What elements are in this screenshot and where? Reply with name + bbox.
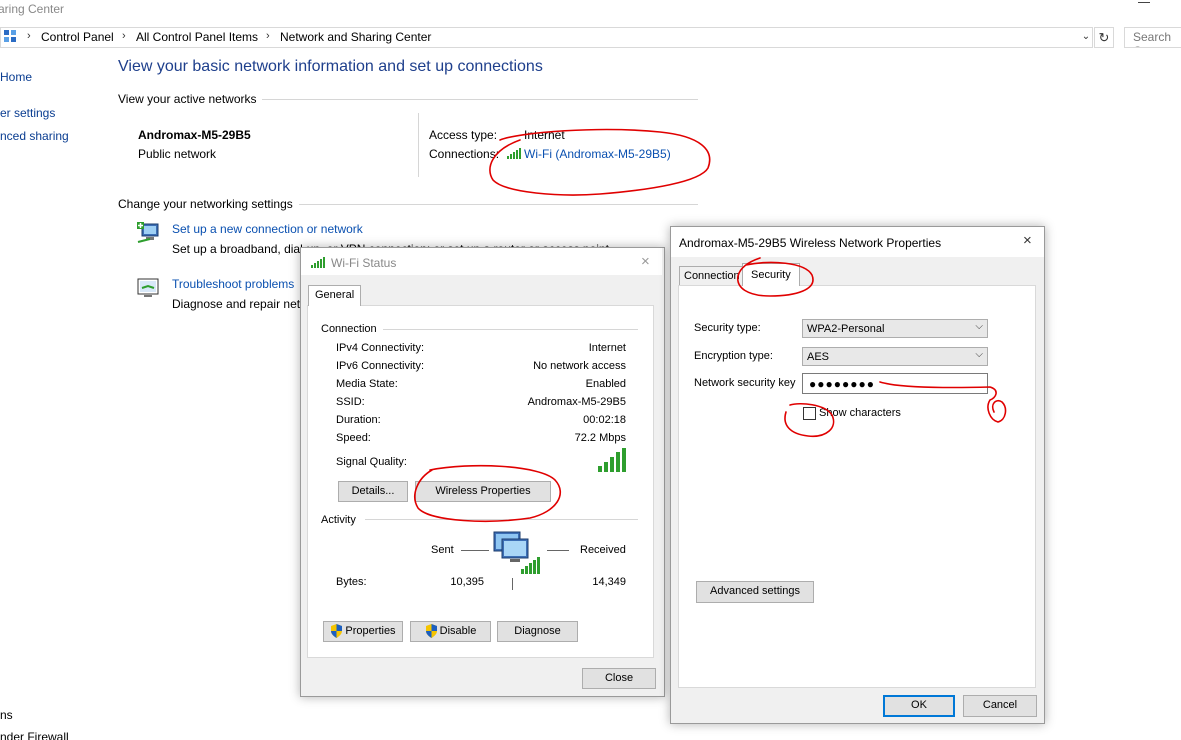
media-state-label: Media State: [336,378,398,390]
wifi-status-dialog: Wi-Fi Status × General Connection IPv4 C… [300,247,665,697]
breadcrumb-network-sharing-center[interactable]: Network and Sharing Center [280,30,431,44]
sent-label: Sent [431,544,454,556]
ipv4-label: IPv4 Connectivity: [336,342,425,354]
ipv4-value: Internet [588,342,626,354]
connection-section-label: Connection [321,323,377,335]
signal-quality-label: Signal Quality: [336,456,407,468]
wifi-signal-icon [311,257,325,268]
chevron-down-icon[interactable]: ⌄ [1080,29,1092,45]
bytes-sent-value: 10,395 [450,576,484,588]
security-type-select[interactable]: WPA2-Personal ⌵ [802,319,988,338]
section-divider [299,204,698,205]
uac-shield-icon [425,624,437,639]
bytes-received-value: 14,349 [592,576,626,588]
dialog-title: Andromax-M5-29B5 Wireless Network Proper… [679,236,942,250]
security-type-label: Security type: [694,322,761,334]
nav-windows-firewall[interactable]: nder Firewall [0,730,69,740]
tab-general[interactable]: General [308,285,362,306]
breadcrumb-all-items[interactable]: All Control Panel Items [136,30,258,44]
window-title: aring Center [0,2,65,16]
network-type: Public network [138,147,217,161]
wireless-properties-dialog: Andromax-M5-29B5 Wireless Network Proper… [670,226,1045,724]
nav-advanced-sharing-settings[interactable]: nced sharing [0,129,69,143]
close-icon[interactable]: × [641,253,650,270]
change-settings-header: Change your networking settings [118,197,293,211]
properties-button[interactable]: Properties [323,621,403,642]
bytes-label: Bytes: [336,576,367,588]
disable-button[interactable]: Disable [410,621,491,642]
bytes-divider [512,578,513,590]
speed-value: 72.2 Mbps [574,432,626,444]
cancel-button[interactable]: Cancel [963,695,1037,717]
show-characters-checkbox[interactable] [803,407,816,420]
show-characters-label: Show characters [819,407,901,419]
encryption-type-label: Encryption type: [694,350,773,362]
tab-connection[interactable]: Connection [679,266,745,285]
access-type-label: Access type: [429,128,498,142]
refresh-icon[interactable]: ↻ [1094,27,1114,48]
close-button[interactable]: Close [582,668,656,689]
section-divider [383,329,638,330]
tab-security[interactable]: Security [742,263,800,286]
connections-label: Connections: [429,147,500,161]
encryption-type-select[interactable]: AES ⌵ [802,347,988,366]
nav-see-also-item[interactable]: ns [0,708,13,722]
search-input[interactable]: Search Co [1124,27,1181,48]
close-icon[interactable]: × [1023,232,1032,249]
new-connection-icon [137,222,159,243]
control-panel-icon [4,30,16,42]
speed-label: Speed: [336,432,371,444]
media-state-value: Enabled [585,378,626,390]
properties-button-label: Properties [345,625,396,637]
network-key-input[interactable]: ●●●●●●●● [802,373,988,394]
signal-quality-icon [598,448,626,472]
breadcrumb-control-panel[interactable]: Control Panel [41,30,114,44]
page-title: View your basic network information and … [118,58,543,75]
ok-button[interactable]: OK [883,695,955,717]
section-divider [262,99,698,100]
received-line [547,550,569,551]
ssid-label: SSID: [336,396,365,408]
advanced-settings-button[interactable]: Advanced settings [696,581,814,603]
network-key-label: Network security key [694,377,796,389]
disable-button-label: Disable [439,625,477,637]
received-label: Received [580,544,626,556]
sent-line [461,550,489,551]
wifi-connection-link[interactable]: Wi-Fi (Andromax-M5-29B5) [524,147,671,161]
chevron-down-icon: ⌵ [975,349,983,360]
diagnose-button[interactable]: Diagnose [497,621,578,642]
network-name: Andromax-M5-29B5 [138,128,251,142]
breadcrumb-separator-icon: › [27,30,31,42]
wireless-properties-button[interactable]: Wireless Properties [415,481,551,502]
encryption-type-value: AES [807,351,830,363]
active-networks-header: View your active networks [118,92,257,106]
dialog-title: Wi-Fi Status [331,256,397,270]
duration-label: Duration: [336,414,381,426]
network-computers-icon [493,531,540,574]
troubleshoot-link[interactable]: Troubleshoot problems [172,277,294,291]
activity-section-label: Activity [321,514,356,526]
section-divider [365,519,638,520]
security-tab-panel [678,285,1036,688]
ipv6-value: No network access [533,360,626,372]
setup-connection-link[interactable]: Set up a new connection or network [172,222,363,236]
chevron-down-icon: ⌵ [975,321,983,332]
duration-value: 00:02:18 [583,414,626,426]
troubleshoot-icon [137,278,159,297]
breadcrumb-separator-icon: › [122,30,126,42]
wifi-signal-icon [507,148,521,159]
network-info-divider [418,113,419,177]
breadcrumb-separator-icon: › [266,30,270,42]
security-type-value: WPA2-Personal [807,323,885,335]
ipv6-label: IPv6 Connectivity: [336,360,425,372]
ssid-value: Andromax-M5-29B5 [527,396,626,408]
annotation-circle-connection [489,128,711,196]
access-type-value: Internet [524,128,565,142]
nav-change-adapter-settings[interactable]: er settings [0,106,55,120]
minimize-icon[interactable] [1138,2,1150,3]
uac-shield-icon [331,624,343,639]
details-button[interactable]: Details... [338,481,408,502]
network-sharing-center-window: aring Center › Control Panel › All Contr… [0,0,1181,740]
nav-control-panel-home[interactable]: Home [0,70,32,84]
